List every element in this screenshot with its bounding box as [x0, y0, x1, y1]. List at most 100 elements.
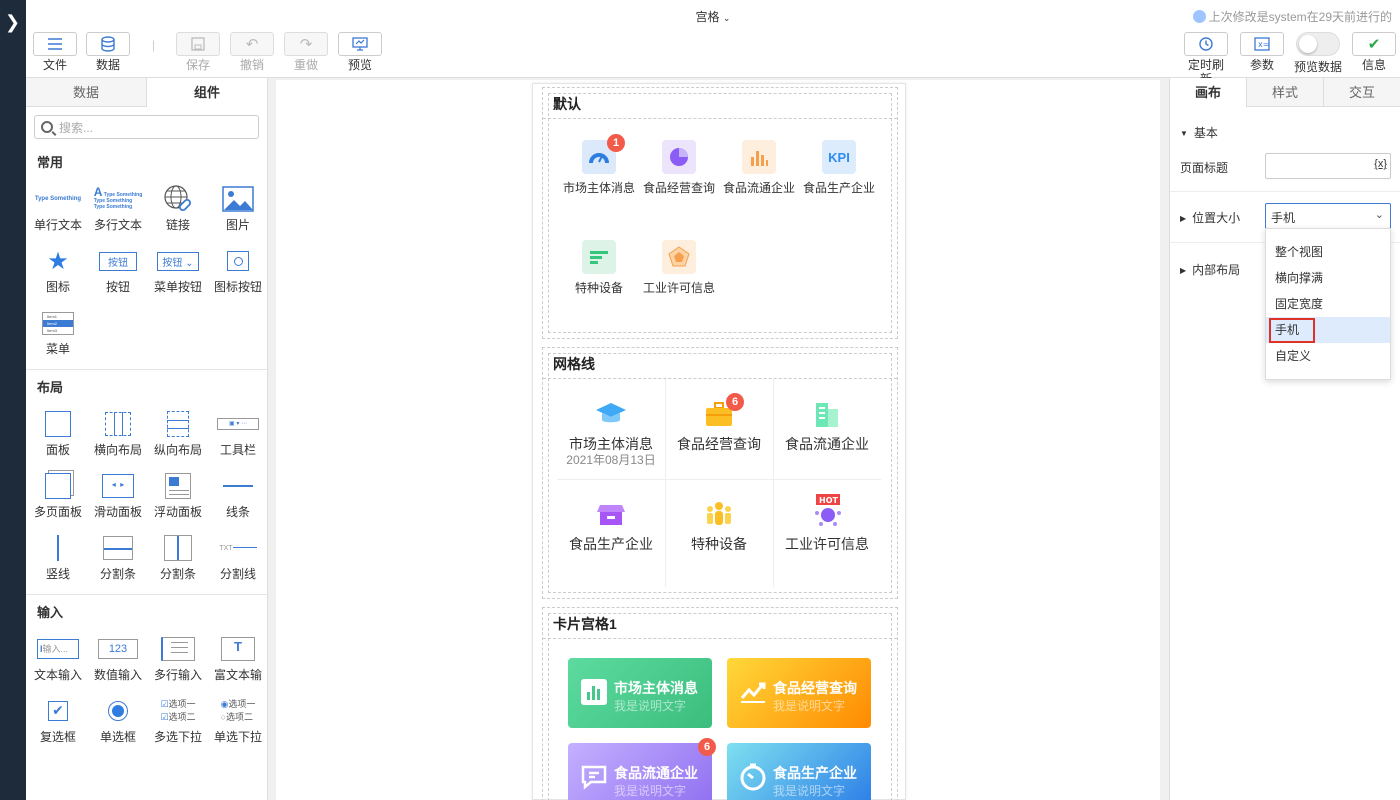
component-button[interactable]: 按钮 按钮 [88, 243, 148, 295]
list-icon [582, 240, 616, 274]
component-float-panel[interactable]: 浮动面板 [148, 468, 208, 520]
vertical-layout-icon [167, 411, 189, 437]
save-button[interactable]: 保存 [176, 32, 220, 72]
grid-widget-card[interactable]: 卡片宫格1 市场主体消息 我是说明文字 食品经营查询 我是说明文字 食品流通企业… [542, 607, 898, 800]
component-vlayout[interactable]: 纵向布局 [148, 406, 208, 458]
component-vsplitter[interactable]: 分割条 [148, 530, 208, 582]
component-number-input[interactable]: 123 数值输入 [88, 631, 148, 683]
save-icon [191, 37, 205, 51]
left-sidebar-collapsed: ❯ [0, 0, 26, 800]
component-hlayout[interactable]: 横向布局 [88, 406, 148, 458]
component-multi-text[interactable]: A Type Something Type Something Type Somet… [88, 181, 148, 233]
grid-item[interactable]: 1 市场主体消息 [559, 134, 639, 196]
component-icon[interactable]: ★ 图标 [28, 243, 88, 295]
section-position-header[interactable]: ▶ 位置大小 [1180, 209, 1240, 226]
component-hsplitter[interactable]: 分割条 [88, 530, 148, 582]
design-canvas[interactable]: 默认 1 市场主体消息 食品经营查询 食品流通企业 KPI 食品生产企业 特种设… [276, 80, 1160, 800]
component-checkbox[interactable]: ✔ 复选框 [28, 693, 88, 745]
expression-icon[interactable]: {x} [1374, 158, 1387, 170]
grid-cell[interactable]: HOT 工业许可信息 [773, 479, 881, 579]
card-subtitle: 我是说明文字 [773, 699, 846, 713]
component-multipage-panel[interactable]: 多页面板 [28, 468, 88, 520]
menu-button-icon: 按钮 ⌄ [157, 251, 199, 271]
grid-cell-label: 工业许可信息 [785, 536, 869, 552]
grid-cell[interactable]: 食品流通企业 [773, 379, 881, 479]
grid-cell[interactable]: 市场主体消息 2021年08月13日 [557, 379, 665, 479]
grid-cell-date: 2021年08月13日 [566, 453, 656, 467]
component-single-text[interactable]: Type Something 单行文本 [28, 181, 88, 233]
component-menu[interactable]: Item1 Item2 Item3 菜单 [28, 305, 88, 357]
tab-components[interactable]: 组件 [146, 78, 267, 107]
preview-data-toggle[interactable] [1296, 32, 1340, 56]
notification-badge: 6 [726, 393, 744, 411]
option-horizontal-fill[interactable]: 横向撑满 [1266, 265, 1390, 291]
grid-item-label: 特种设备 [574, 281, 623, 295]
grid-item[interactable]: 食品经营查询 [639, 140, 719, 196]
section-inner-layout-header[interactable]: ▶ 内部布局 [1180, 261, 1240, 278]
page-title-input[interactable]: {x} [1265, 153, 1391, 179]
component-divider-line[interactable]: TXT 分割线 [208, 530, 267, 582]
grid-item[interactable]: 食品流通企业 [719, 140, 799, 196]
component-toolbar[interactable]: ▣ ▾ ⋯ 工具栏 [208, 406, 267, 458]
radio-group-icon: ◉选项一 ○选项二 [220, 699, 256, 722]
grid-cell[interactable]: 特种设备 [665, 479, 773, 579]
preview-button[interactable]: 预览 [338, 32, 382, 72]
component-search-input[interactable]: 搜索... [34, 115, 259, 139]
card-item[interactable]: 食品流通企业 我是说明文字 6 [568, 738, 716, 800]
grid-item[interactable]: 特种设备 [559, 240, 639, 296]
file-button-label: 文件 [42, 58, 67, 72]
component-multi-select[interactable]: ☑选项一 ☑选项二 多选下拉 [148, 693, 208, 745]
data-button[interactable]: 数据 [86, 32, 130, 72]
gridline-cells: 市场主体消息 2021年08月13日 6 食品经营查询 食品流通企业 食品生产企… [557, 379, 881, 587]
component-panel-item[interactable]: 面板 [28, 406, 88, 458]
card-item[interactable]: 市场主体消息 我是说明文字 [568, 658, 712, 728]
info-button[interactable]: ✔ 信息 [1352, 32, 1396, 72]
undo-button[interactable]: ↶ 撤销 [230, 32, 274, 72]
grid-cell[interactable]: 6 食品经营查询 [665, 379, 773, 479]
card-item[interactable]: 食品生产企业 我是说明文字 [727, 743, 871, 800]
component-line[interactable]: 线条 [208, 468, 267, 520]
redo-button[interactable]: ↷ 重做 [284, 32, 328, 72]
component-icon-button[interactable]: 图标按钮 [208, 243, 267, 295]
component-text-input[interactable]: I输入... 文本输入 [28, 631, 88, 683]
multipage-panel-icon [45, 473, 71, 499]
tab-data[interactable]: 数据 [26, 78, 146, 107]
card-item[interactable]: 食品经营查询 我是说明文字 [727, 658, 871, 728]
component-menu-button[interactable]: 按钮 ⌄ 菜单按钮 [148, 243, 208, 295]
grid-widget-default[interactable]: 默认 1 市场主体消息 食品经营查询 食品流通企业 KPI 食品生产企业 特种设… [542, 87, 898, 339]
grid-widget-gridline[interactable]: 网格线 市场主体消息 2021年08月13日 6 食品经营查询 食品流通企业 食… [542, 347, 898, 599]
position-size-select[interactable]: 手机 ⌄ [1265, 203, 1391, 229]
option-whole-view[interactable]: 整个视图 [1266, 239, 1390, 265]
component-slide-panel[interactable]: ◂ ▸ 滑动面板 [88, 468, 148, 520]
component-label: 图片 [225, 218, 250, 232]
component-multiline-input[interactable]: 多行输入 [148, 631, 208, 683]
section-basic-header[interactable]: ▼ 基本 [1180, 124, 1218, 141]
component-link[interactable]: 链接 [148, 181, 208, 233]
component-vline[interactable]: 竖线 [28, 530, 88, 582]
section-layout-title: 布局 [37, 380, 64, 395]
component-image[interactable]: 图片 [208, 181, 267, 233]
tab-canvas[interactable]: 画布 [1170, 78, 1246, 107]
component-radio[interactable]: 单选框 [88, 693, 148, 745]
check-icon: ✔ [1367, 36, 1381, 53]
top-toolbar: 宫格 ⌄ 上次修改是system在29天前进行的 文件 数据 | 保存 ↶ 撤销… [26, 0, 1400, 86]
widget-inner-frame [548, 93, 892, 333]
mobile-canvas[interactable]: 默认 1 市场主体消息 食品经营查询 食品流通企业 KPI 食品生产企业 特种设… [532, 83, 906, 800]
section-common-title: 常用 [37, 155, 64, 170]
tab-style[interactable]: 样式 [1246, 78, 1323, 107]
option-mobile[interactable]: 手机 [1266, 317, 1390, 343]
component-rich-text[interactable]: T 富文本输 [208, 631, 267, 683]
file-button[interactable]: 文件 [33, 32, 77, 72]
grid-item[interactable]: KPI 食品生产企业 [799, 140, 879, 196]
tab-interaction[interactable]: 交互 [1323, 78, 1400, 107]
expand-chevron-icon[interactable]: ❯ [5, 12, 20, 32]
component-single-select[interactable]: ◉选项一 ○选项二 单选下拉 [208, 693, 267, 745]
option-custom[interactable]: 自定义 [1266, 343, 1390, 369]
info-label: 信息 [1361, 58, 1386, 72]
option-fixed-width[interactable]: 固定宽度 [1266, 291, 1390, 317]
hot-badge-icon: HOT [810, 494, 844, 531]
params-button[interactable]: x= 参数 [1240, 32, 1284, 72]
grid-item[interactable]: 工业许可信息 [639, 240, 719, 296]
grid-cell[interactable]: 食品生产企业 [557, 479, 665, 579]
component-label: 分割条 [99, 567, 136, 581]
